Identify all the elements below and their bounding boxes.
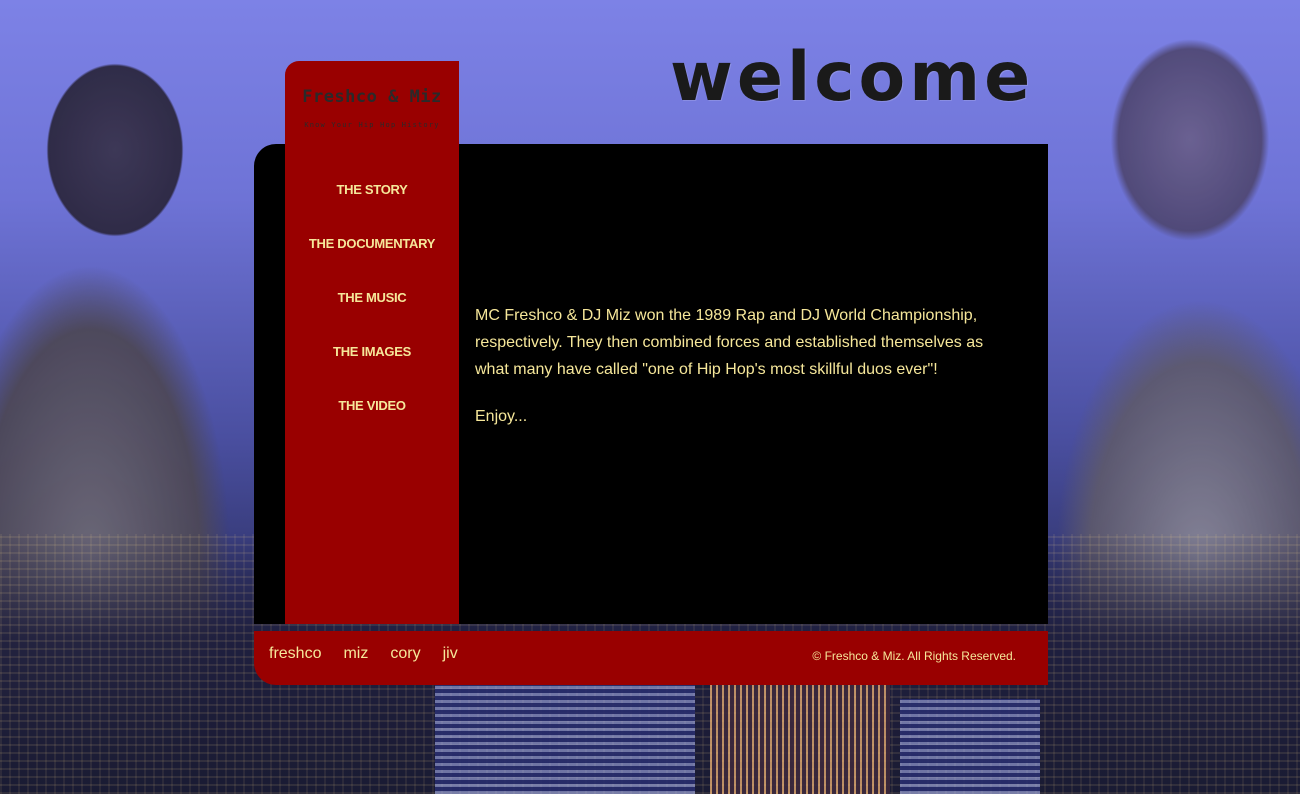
footer-link-item: jiv xyxy=(443,645,458,663)
welcome-heading: welcome xyxy=(670,38,1035,117)
page: welcome Freshco & Miz Know Your Hip Hop … xyxy=(0,0,1300,794)
footer-links: freshco miz cory jiv xyxy=(269,645,480,663)
footer-link-item: miz xyxy=(343,645,368,663)
main-nav: THE STORY THE DOCUMENTARY THE MUSIC THE … xyxy=(285,181,459,451)
nav-link-music[interactable]: THE MUSIC xyxy=(338,290,407,305)
nav-item-images: THE IMAGES xyxy=(285,343,459,397)
footer-link-item: cory xyxy=(390,645,420,663)
nav-link-documentary[interactable]: THE DOCUMENTARY xyxy=(309,236,436,251)
enjoy-text: Enjoy... xyxy=(475,408,528,425)
background-building xyxy=(900,699,1040,794)
sidebar: Freshco & Miz Know Your Hip Hop History … xyxy=(285,61,459,624)
footer: freshco miz cory jiv © Freshco & Miz. Al… xyxy=(254,631,1048,685)
footer-link-cory[interactable]: cory xyxy=(390,645,420,662)
nav-item-video: THE VIDEO xyxy=(285,397,459,451)
background-building xyxy=(435,684,695,794)
nav-item-documentary: THE DOCUMENTARY xyxy=(285,235,459,289)
footer-link-item: freshco xyxy=(269,645,321,663)
footer-link-jiv[interactable]: jiv xyxy=(443,645,458,662)
footer-link-freshco[interactable]: freshco xyxy=(269,645,321,662)
nav-link-images[interactable]: THE IMAGES xyxy=(333,344,411,359)
nav-link-video[interactable]: THE VIDEO xyxy=(338,398,406,413)
copyright-text: © Freshco & Miz. All Rights Reserved. xyxy=(812,649,1016,663)
nav-item-story: THE STORY xyxy=(285,181,459,235)
nav-item-music: THE MUSIC xyxy=(285,289,459,343)
intro-content: MC Freshco & DJ Miz won the 1989 Rap and… xyxy=(475,302,1020,450)
footer-link-miz[interactable]: miz xyxy=(343,645,368,662)
nav-link-story[interactable]: THE STORY xyxy=(337,182,408,197)
logo-title[interactable]: Freshco & Miz xyxy=(285,87,459,107)
logo-tagline: Know Your Hip Hop History xyxy=(304,121,440,129)
background-building xyxy=(710,674,890,794)
intro-paragraph: MC Freshco & DJ Miz won the 1989 Rap and… xyxy=(475,307,984,378)
